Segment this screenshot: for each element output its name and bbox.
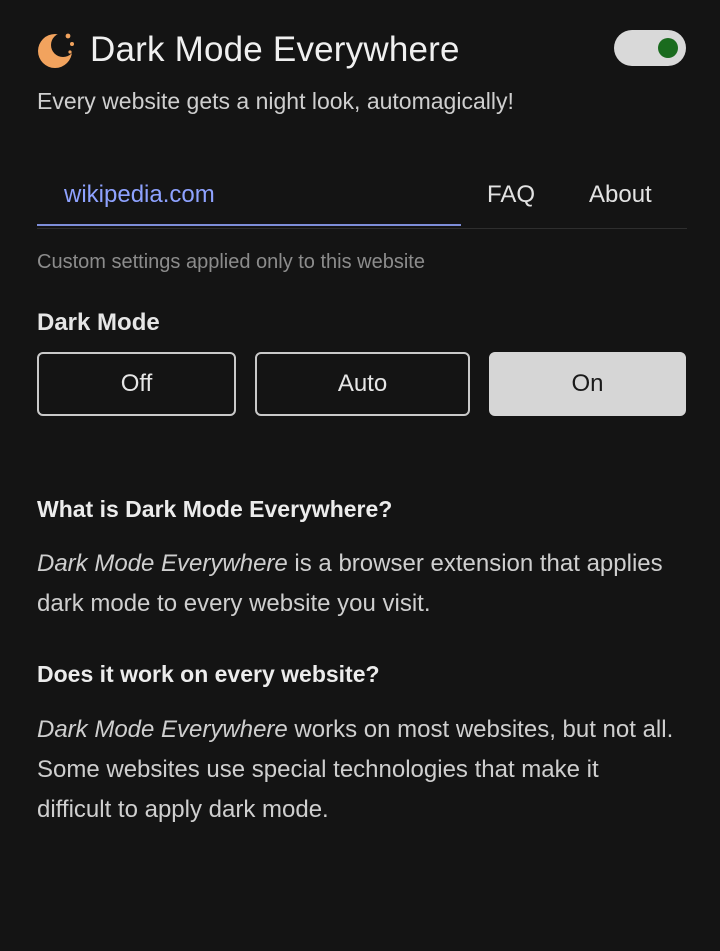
tab-about[interactable]: About [589, 166, 652, 226]
faq-question: Does it work on every website? [37, 661, 380, 687]
faq-answer-emphasis: Dark Mode Everywhere [37, 550, 288, 577]
extension-popup: Dark Mode Everywhere Every website gets … [0, 0, 720, 951]
tab-bar: wikipedia.com FAQ About [37, 166, 687, 229]
dark-mode-selector: Off Auto On [37, 352, 687, 416]
faq-answer: Dark Mode Everywhere is a browser extens… [37, 544, 677, 624]
tab-faq[interactable]: FAQ [487, 166, 535, 226]
faq-answer: Dark Mode Everywhere works on most websi… [37, 710, 677, 830]
mode-auto-button[interactable]: Auto [255, 352, 470, 416]
mode-on-button[interactable]: On [489, 352, 686, 416]
app-title: Dark Mode Everywhere [90, 30, 460, 69]
faq-question: What is Dark Mode Everywhere? [37, 496, 393, 522]
tab-site[interactable]: wikipedia.com [37, 166, 461, 226]
dark-mode-label: Dark Mode [37, 309, 160, 336]
site-settings-hint: Custom settings applied only to this web… [37, 251, 425, 273]
mode-off-button[interactable]: Off [37, 352, 236, 416]
header: Dark Mode Everywhere [36, 26, 686, 74]
toggle-knob [658, 38, 678, 58]
moon-sun-icon [38, 33, 74, 68]
dark-mode-global-toggle[interactable] [614, 30, 686, 66]
faq-answer-emphasis: Dark Mode Everywhere [37, 716, 288, 743]
subtitle: Every website gets a night look, automag… [37, 88, 514, 114]
